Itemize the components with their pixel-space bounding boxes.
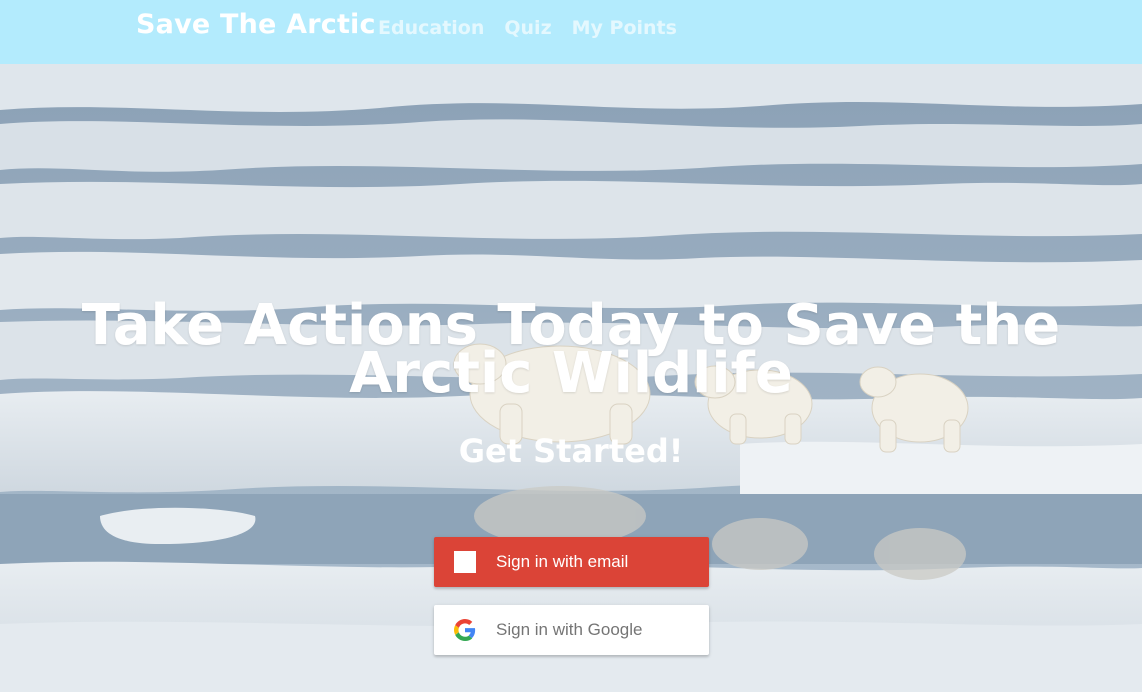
google-logo-icon — [454, 619, 476, 641]
top-navbar: Save The Arctic Education Quiz My Points — [0, 0, 1142, 64]
nav-link-education[interactable]: Education — [378, 17, 484, 39]
nav-link-my-points[interactable]: My Points — [572, 17, 677, 39]
email-icon — [454, 551, 476, 573]
sign-in-google-label: Sign in with Google — [496, 620, 643, 639]
brand-link[interactable]: Save The Arctic — [136, 9, 376, 40]
hero-headline: Take Actions Today to Save the Arctic Wi… — [81, 293, 1061, 406]
nav-link-quiz[interactable]: Quiz — [504, 17, 551, 39]
nav-links: Education Quiz My Points — [378, 17, 677, 39]
sign-in-email-button[interactable]: Sign in with email — [434, 537, 709, 587]
sign-in-google-button[interactable]: Sign in with Google — [434, 605, 709, 655]
sign-in-email-label: Sign in with email — [496, 552, 629, 571]
hero-subheadline: Get Started! — [458, 432, 684, 470]
